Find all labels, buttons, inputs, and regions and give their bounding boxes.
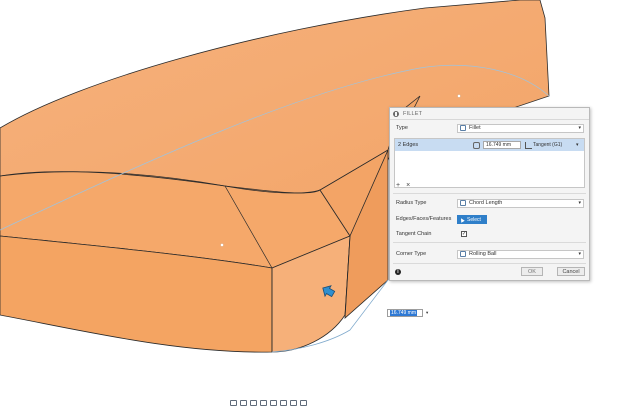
look-at-icon[interactable] <box>240 400 247 406</box>
fillet-icon <box>460 125 466 131</box>
tangent-icon <box>525 141 532 149</box>
radius-type-row: Radius Type Chord Length ▾ <box>390 197 589 209</box>
radius-input[interactable]: 16.749 mm <box>483 141 521 149</box>
pan-icon[interactable] <box>250 400 257 406</box>
fit-icon[interactable] <box>270 400 277 406</box>
radius-heads-up-value[interactable]: 16.749 mm <box>390 309 418 316</box>
chevron-down-icon: ▾ <box>578 200 581 206</box>
selection-row[interactable]: 2 Edges 16.749 mm Tangent (G1) ▾ <box>395 139 584 151</box>
continuity-value[interactable]: Tangent (G1) <box>533 142 562 148</box>
dialog-title: FILLET <box>403 110 423 117</box>
tangent-chain-label: Tangent Chain <box>396 231 432 237</box>
chevron-down-icon[interactable]: ▾ <box>426 310 428 316</box>
dialog-header[interactable]: FILLET <box>390 108 589 120</box>
display-settings-icon[interactable] <box>280 400 287 406</box>
select-cursor-icon <box>459 216 465 223</box>
collapse-icon[interactable] <box>393 110 399 117</box>
chord-length-icon <box>460 200 466 206</box>
corner-type-row: Corner Type Rolling Ball ▾ <box>390 248 589 260</box>
ok-button[interactable]: OK <box>521 267 543 276</box>
navigation-toolbar <box>230 399 355 407</box>
add-remove-controls: + × <box>396 182 410 189</box>
viewports-icon[interactable] <box>300 400 307 406</box>
vertex-marker[interactable] <box>220 243 224 247</box>
remove-selection-button[interactable]: × <box>406 182 410 189</box>
selection-edges: 2 Edges <box>398 142 419 148</box>
divider <box>393 242 586 243</box>
select-label: Select <box>467 216 481 223</box>
cancel-button[interactable]: Cancel <box>557 267 585 276</box>
tangent-chain-checkbox[interactable]: ✓ <box>461 231 467 237</box>
type-row: Type Fillet ▾ <box>390 122 589 134</box>
type-label: Type <box>396 125 408 131</box>
selection-table[interactable]: 2 Edges 16.749 mm Tangent (G1) ▾ <box>394 138 585 188</box>
orbit-icon[interactable] <box>230 400 237 406</box>
chevron-down-icon[interactable]: ▾ <box>576 142 579 148</box>
corner-type-value: Rolling Ball <box>469 251 497 257</box>
fillet-dialog: FILLET Type Fillet ▾ 2 Edges 16.749 mm T… <box>389 107 590 281</box>
chevron-down-icon: ▾ <box>578 125 581 131</box>
radius-type-value: Chord Length <box>469 200 503 206</box>
info-icon[interactable]: i <box>395 269 401 275</box>
divider <box>393 263 586 264</box>
add-selection-button[interactable]: + <box>396 182 400 189</box>
radius-tool-icon[interactable] <box>473 141 480 149</box>
chevron-down-icon: ▾ <box>578 251 581 257</box>
radius-heads-up-field[interactable]: 16.749 mm <box>387 308 423 317</box>
rolling-ball-icon <box>460 251 466 257</box>
type-value: Fillet <box>469 125 481 131</box>
zoom-icon[interactable] <box>260 400 267 406</box>
vertex-marker[interactable] <box>457 94 461 98</box>
grid-settings-icon[interactable] <box>290 400 297 406</box>
corner-type-label: Corner Type <box>396 251 427 257</box>
corner-type-dropdown[interactable]: Rolling Ball ▾ <box>457 249 584 259</box>
radius-heads-up-input[interactable]: 16.749 mm ▾ <box>387 308 428 317</box>
type-dropdown[interactable]: Fillet ▾ <box>457 123 584 133</box>
radius-type-label: Radius Type <box>396 200 427 206</box>
edges-faces-features-label: Edges/Faces/Features <box>396 216 452 222</box>
divider <box>393 193 586 194</box>
select-button[interactable]: Select <box>457 215 487 224</box>
radius-type-dropdown[interactable]: Chord Length ▾ <box>457 198 584 208</box>
